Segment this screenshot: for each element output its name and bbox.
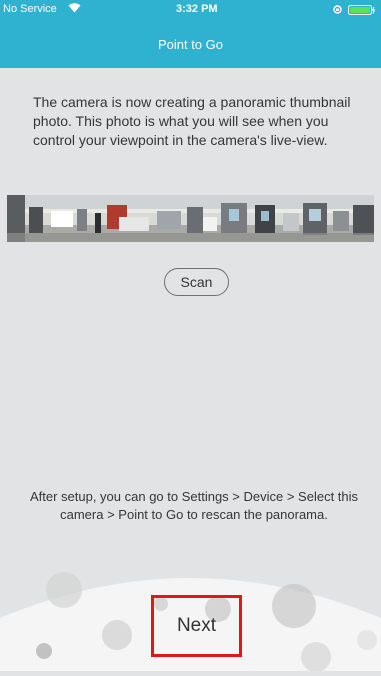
wifi-icon [68,3,81,13]
carrier-label: No Service [3,3,57,15]
page-title: Point to Go [157,37,224,52]
orientation-lock-icon [333,5,342,14]
next-button[interactable]: Next [151,595,242,657]
intro-text: The camera is now creating a panoramic t… [33,94,351,148]
battery-icon [348,5,376,15]
status-bar: No Service 3:32 PM [0,0,381,20]
nav-bar: Point to Go [0,20,381,68]
panorama-thumbnail [7,195,374,242]
setup-instructions: After setup, you can go to Settings > De… [29,489,359,522]
scan-button[interactable]: Scan [164,268,229,296]
clock-time: 3:32 PM [176,3,218,15]
